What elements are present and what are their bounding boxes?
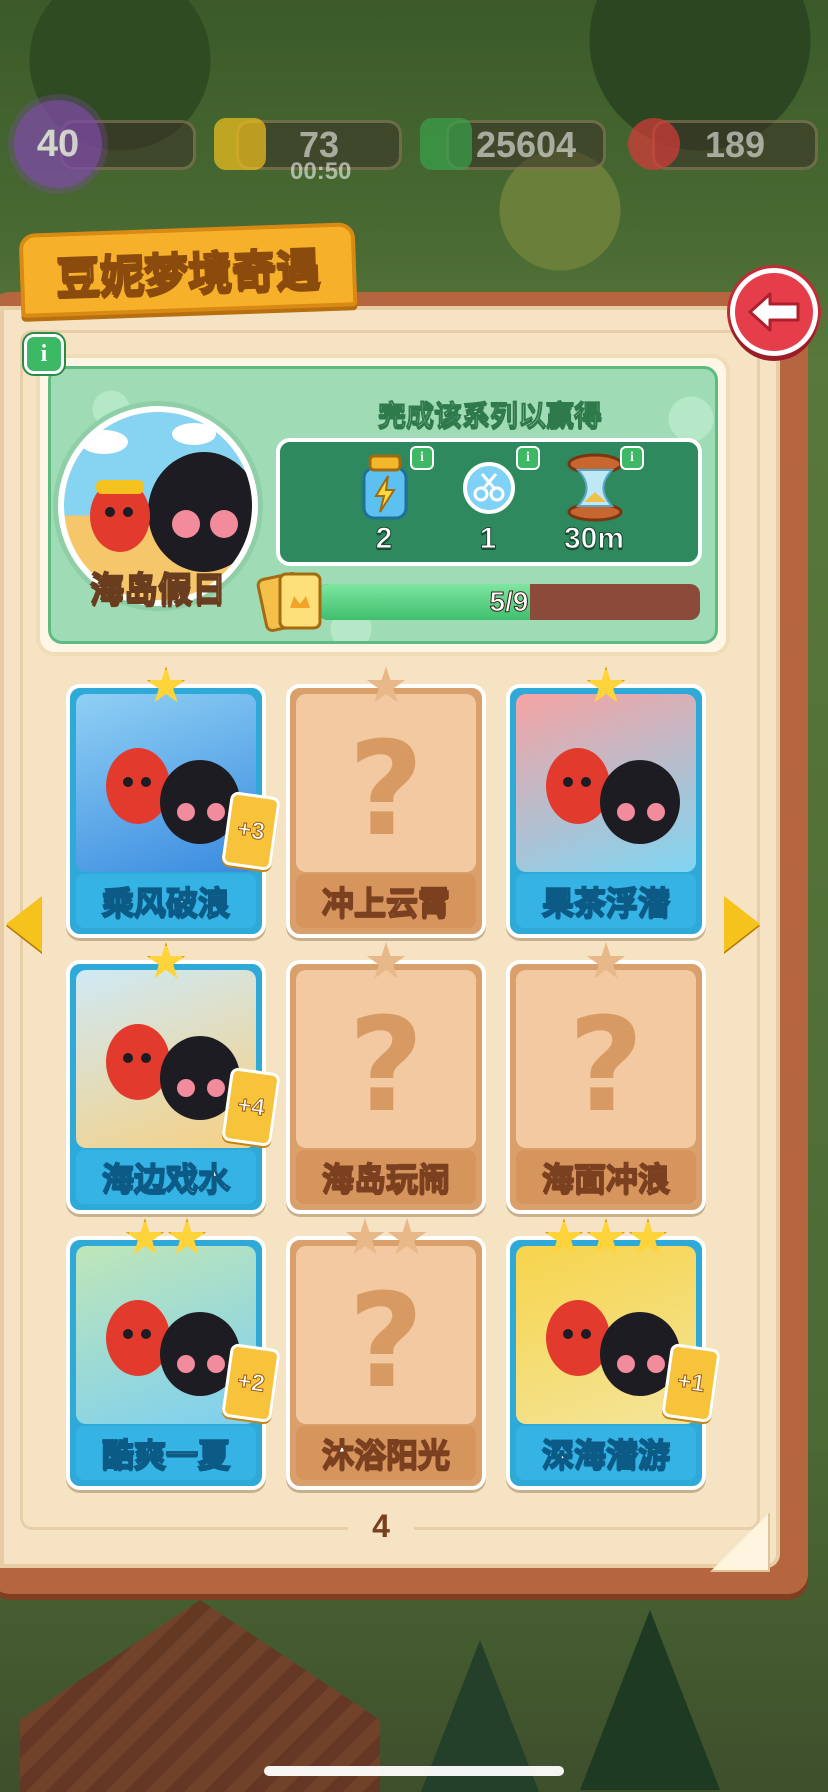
duplicate-count-badge: +2 (221, 1342, 281, 1424)
album-title: 豆妮梦境奇遇 (54, 243, 322, 305)
album-card[interactable]: 果茶浮潜 (506, 666, 706, 938)
star-icon (366, 666, 406, 703)
star-icon (146, 942, 186, 979)
unknown-card-icon: ? (348, 713, 424, 865)
star-icon (167, 1218, 207, 1255)
card-stars (290, 666, 482, 706)
next-page-arrow-icon[interactable] (724, 896, 760, 952)
gem-value: 189 (704, 124, 766, 165)
reward-qty: 2 (375, 522, 393, 556)
star-icon (586, 666, 626, 703)
star-icon (387, 1218, 427, 1255)
energy-timer: 00:50 (290, 158, 352, 185)
album-card[interactable]: 乘风破浪 +3 (66, 666, 281, 938)
card-stars (70, 1218, 262, 1258)
card-stars (70, 942, 262, 982)
album-title-tab: 豆妮梦境奇遇 (18, 222, 358, 318)
album-card[interactable]: 海边戏水 +4 (66, 942, 281, 1214)
reward-heading: 完成该系列以赢得 (377, 399, 602, 433)
reward-info-icon[interactable]: i (516, 446, 540, 470)
level-value: 40 (36, 122, 80, 165)
album-card[interactable]: ? 沐浴阳光 (286, 1218, 486, 1490)
card-stars (510, 666, 702, 706)
gem-icon (628, 118, 680, 170)
album-card[interactable]: ? 海面冲浪 (506, 942, 706, 1214)
star-icon (586, 1218, 626, 1255)
card-art (516, 694, 696, 872)
prev-page-arrow-icon[interactable] (6, 896, 42, 952)
card-label: 海岛玩闹 (296, 1150, 476, 1204)
card-label: 海面冲浪 (516, 1150, 696, 1204)
card-label: 乘风破浪 (76, 874, 256, 928)
card-label: 深海潜游 (516, 1426, 696, 1480)
reward-info-icon[interactable]: i (410, 446, 434, 470)
set-name: 海岛假日 (89, 569, 227, 611)
card-art-locked: ? (516, 970, 696, 1148)
set-progress-text: 5/9 (489, 586, 529, 618)
home-indicator (264, 1766, 564, 1776)
unknown-card-icon: ? (348, 989, 424, 1141)
card-label: 冲上云霄 (296, 874, 476, 928)
card-art-locked: ? (296, 1246, 476, 1424)
album-card[interactable]: ? 海岛玩闹 (286, 942, 486, 1214)
card-label: 酷爽一夏 (76, 1426, 256, 1480)
card-stars (70, 666, 262, 706)
star-icon (125, 1218, 165, 1255)
back-button[interactable] (730, 268, 818, 356)
card-label: 沐浴阳光 (296, 1426, 476, 1480)
unknown-card-icon: ? (568, 989, 644, 1141)
star-icon (544, 1218, 584, 1255)
card-label: 果茶浮潜 (516, 874, 696, 928)
page-number: 4 (348, 1496, 414, 1556)
info-icon[interactable]: i (24, 334, 64, 374)
duplicate-count-badge: +4 (221, 1066, 281, 1148)
scissors-bubble-icon (463, 462, 515, 514)
card-art-locked: ? (296, 694, 476, 872)
card-stars (290, 1218, 482, 1258)
star-icon (345, 1218, 385, 1255)
reward-qty: 30m (563, 522, 625, 556)
cash-icon (420, 118, 472, 170)
album-card[interactable]: 酷爽一夏 +2 (66, 1218, 281, 1490)
unknown-card-icon: ? (348, 1265, 424, 1417)
card-art-locked: ? (296, 970, 476, 1148)
cards-icon (256, 572, 322, 632)
cash-value: 25604 (475, 124, 577, 165)
level-badge[interactable]: 40 (14, 100, 102, 188)
star-icon (586, 942, 626, 979)
back-arrow-icon (748, 292, 800, 332)
card-stars (510, 942, 702, 982)
album-card[interactable]: ? 冲上云霄 (286, 666, 486, 938)
star-icon (628, 1218, 668, 1255)
album-card[interactable]: 深海潜游 +1 (506, 1218, 721, 1490)
card-label: 海边戏水 (76, 1150, 256, 1204)
tree-decoration (580, 1610, 720, 1790)
card-stars (290, 942, 482, 982)
reward-qty: 1 (479, 522, 497, 556)
energy-icon (214, 118, 266, 170)
duplicate-count-badge: +1 (661, 1342, 721, 1424)
star-icon (366, 942, 406, 979)
card-stars (510, 1218, 702, 1258)
duplicate-count-badge: +3 (221, 790, 281, 872)
reward-info-icon[interactable]: i (620, 446, 644, 470)
star-icon (146, 666, 186, 703)
